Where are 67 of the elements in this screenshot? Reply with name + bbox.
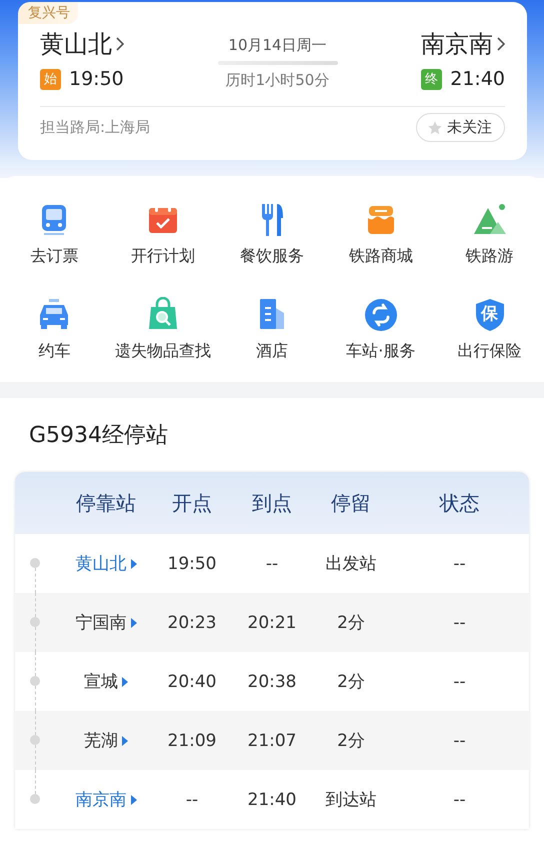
railway-bureau: 担当路局:上海局 xyxy=(40,118,150,137)
table-cell-text: -- xyxy=(264,554,280,574)
table-cell-text: 21:40 xyxy=(246,790,298,810)
departure-time: 19:50 xyxy=(69,68,124,90)
chevron-icon xyxy=(116,37,124,51)
column-header: 停靠站 xyxy=(75,490,137,516)
table-cell-text: -- xyxy=(452,554,467,574)
table-cell-text: 20:38 xyxy=(246,672,298,692)
star-icon xyxy=(427,120,443,136)
table-cell-text: 20:23 xyxy=(166,612,218,632)
origin-station[interactable]: 黄山北 xyxy=(40,28,112,60)
station-name[interactable]: 南京南 xyxy=(76,788,126,811)
table-cell-text: -- xyxy=(452,672,467,692)
caret-icon xyxy=(122,676,128,686)
table-cell-text: 2分 xyxy=(336,730,366,752)
caret-icon xyxy=(130,558,136,568)
table-cell-text: 21:09 xyxy=(166,730,218,750)
column-header: 到点 xyxy=(251,490,293,516)
table-cell-text: 出发站 xyxy=(324,553,378,575)
service-item[interactable]: 铁路游 xyxy=(435,202,544,267)
start-badge: 始 xyxy=(40,68,61,90)
timeline-dot xyxy=(30,676,40,686)
service-item[interactable]: 酒店 xyxy=(218,297,326,362)
timeline-dot xyxy=(30,794,40,804)
service-item[interactable]: 餐饮服务 xyxy=(218,202,326,267)
refresh-icon xyxy=(362,297,399,333)
table-cell-text: 20:40 xyxy=(166,672,218,692)
table-cell-text: -- xyxy=(452,612,467,632)
station-name[interactable]: 黄山北 xyxy=(76,552,126,575)
table-cell-text: 2分 xyxy=(336,671,366,693)
arrival-time: 21:40 xyxy=(450,68,505,90)
service-item[interactable]: 开行计划 xyxy=(108,202,218,267)
column-header: 开点 xyxy=(171,490,213,516)
station-name[interactable]: 宁国南 xyxy=(76,611,126,634)
end-badge: 终 xyxy=(421,68,442,90)
timeline-dot xyxy=(30,558,40,568)
service-item[interactable]: 去订票 xyxy=(0,202,109,267)
follow-button[interactable]: 未关注 xyxy=(416,113,505,142)
caret-icon xyxy=(130,618,136,628)
table-cell-text: 2分 xyxy=(336,612,366,634)
table-cell-text: 20:21 xyxy=(246,612,298,632)
destination-station[interactable]: 南京南 xyxy=(421,28,493,60)
table-cell-text: 21:07 xyxy=(246,730,298,750)
travel-date: 10月14日周一 xyxy=(228,36,327,55)
timeline-dot xyxy=(30,735,40,745)
travel-duration: 历时1小时50分 xyxy=(226,71,330,90)
table-cell-text: -- xyxy=(452,790,467,810)
chevron-icon xyxy=(497,37,505,51)
caret-icon xyxy=(122,736,128,746)
service-item[interactable]: 保 出行保险 xyxy=(435,297,544,362)
table-cell-text: 19:50 xyxy=(166,554,218,574)
service-item[interactable]: 铁路商城 xyxy=(326,202,436,267)
service-item[interactable]: 遗失物品查找 xyxy=(108,297,218,362)
station-name[interactable]: 宣城 xyxy=(84,670,118,693)
column-header: 停留 xyxy=(330,490,372,516)
shield-glyph: 保 xyxy=(480,304,499,324)
train-type-tag: 复兴号 xyxy=(18,2,78,24)
table-cell-text: -- xyxy=(452,730,467,750)
service-item[interactable]: 约车 xyxy=(0,297,109,362)
caret-icon xyxy=(130,794,136,804)
section-title: G5934经停站 xyxy=(29,422,170,450)
service-item[interactable]: 车站·服务 xyxy=(326,297,436,362)
timeline-dot xyxy=(30,617,40,627)
table-cell-text: -- xyxy=(184,790,200,810)
station-name[interactable]: 芜湖 xyxy=(84,729,118,752)
table-cell-text: 到达站 xyxy=(324,789,378,811)
column-header: 状态 xyxy=(438,490,480,516)
